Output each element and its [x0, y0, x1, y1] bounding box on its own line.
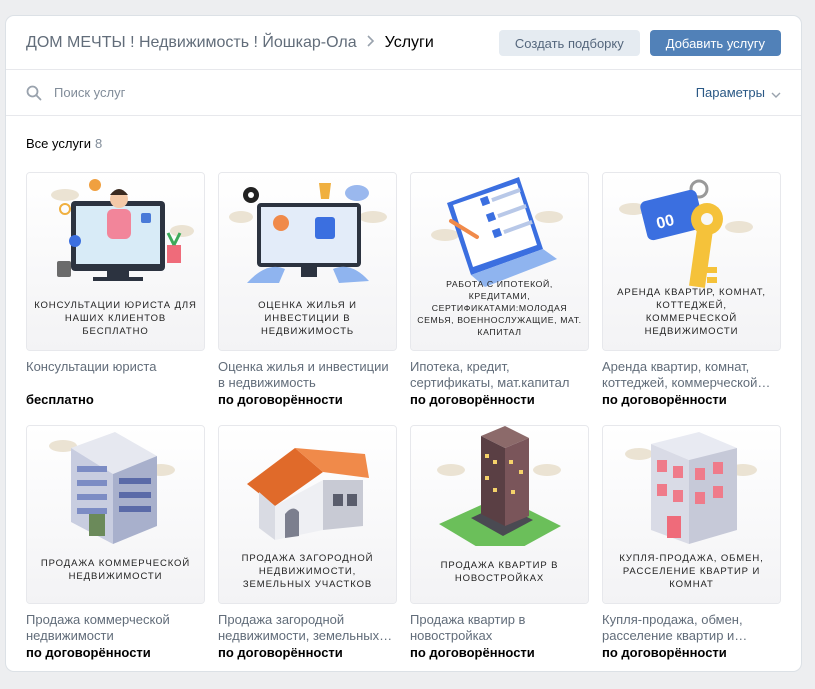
breadcrumb-current: Услуги: [384, 33, 434, 51]
services-count: 8: [94, 136, 103, 151]
service-price: по договорённости: [26, 645, 151, 660]
service-card[interactable]: КУПЛЯ-ПРОДАЖА, ОБМЕН, РАССЕЛЕНИЕ КВАРТИР…: [602, 425, 781, 660]
add-service-button[interactable]: Добавить услугу: [649, 30, 781, 56]
service-card[interactable]: ПРОДАЖА КОММЕРЧЕСКОЙ НЕДВИЖИМОСТИ Продаж…: [26, 425, 205, 660]
service-card[interactable]: ПРОДАЖА ЗАГОРОДНОЙ НЕДВИЖИМОСТИ, ЗЕМЕЛЬН…: [218, 425, 397, 660]
service-thumbnail[interactable]: 00 АРЕНДА КВАРТИР, КОМНАТ, КОТТЕДЖЕЙ, КО…: [602, 172, 781, 351]
service-price: по договорённости: [602, 645, 727, 660]
service-caption: ПРОДАЖА КОММЕРЧЕСКОЙ НЕДВИЖИМОСТИ: [40, 558, 191, 582]
key-icon: 00: [619, 179, 753, 288]
page-header: ДОМ МЕЧТЫ ! Недвижимость ! Йошкар-Ола Ус…: [6, 16, 801, 70]
house-icon: [247, 448, 369, 540]
service-caption: ОЦЕНКА ЖИЛЬЯ И ИНВЕСТИЦИИ В НЕДВИЖИМОСТЬ: [258, 300, 357, 337]
service-card[interactable]: ПРОДАЖА КВАРТИР В НОВОСТРОЙКАХ Продажа к…: [410, 425, 589, 660]
services-grid: КОНСУЛЬТАЦИИ ЮРИСТА ДЛЯ НАШИХ КЛИЕНТОВ Б…: [26, 172, 781, 660]
service-price: бесплатно: [26, 392, 94, 407]
service-caption: ПРОДАЖА ЗАГОРОДНОЙ НЕДВИЖИМОСТИ, ЗЕМЕЛЬН…: [241, 553, 374, 590]
service-title[interactable]: Продажа квартир в новостройках: [410, 612, 589, 644]
service-thumbnail[interactable]: КУПЛЯ-ПРОДАЖА, ОБМЕН, РАССЕЛЕНИЕ КВАРТИР…: [602, 425, 781, 604]
section-heading: Все услуги 8: [6, 116, 801, 151]
service-title[interactable]: Купля-продажа, обмен, расселение квартир…: [602, 612, 781, 644]
service-card[interactable]: 00 АРЕНДА КВАРТИР, КОМНАТ, КОТТЕДЖЕЙ, КО…: [602, 172, 781, 407]
highrise-icon: [437, 426, 561, 546]
search-icon: [26, 85, 42, 101]
service-thumbnail[interactable]: ПРОДАЖА ЗАГОРОДНОЙ НЕДВИЖИМОСТИ, ЗЕМЕЛЬН…: [218, 425, 397, 604]
service-card[interactable]: КОНСУЛЬТАЦИИ ЮРИСТА ДЛЯ НАШИХ КЛИЕНТОВ Б…: [26, 172, 205, 407]
service-price: по договорённости: [410, 392, 535, 407]
service-card[interactable]: ОЦЕНКА ЖИЛЬЯ И ИНВЕСТИЦИИ В НЕДВИЖИМОСТЬ…: [218, 172, 397, 407]
service-thumbnail[interactable]: ПРОДАЖА КОММЕРЧЕСКОЙ НЕДВИЖИМОСТИ: [26, 425, 205, 604]
service-price: по договорённости: [410, 645, 535, 660]
service-caption: АРЕНДА КВАРТИР, КОМНАТ, КОТТЕДЖЕЙ, КОММЕ…: [617, 287, 766, 337]
service-price: по договорённости: [218, 645, 343, 660]
chevron-down-icon: [771, 88, 781, 98]
params-label: Параметры: [695, 85, 765, 100]
property-valuation-icon: [229, 183, 387, 283]
service-price: по договорённости: [218, 392, 343, 407]
service-caption: ПРОДАЖА КВАРТИР В НОВОСТРОЙКАХ: [440, 560, 559, 584]
mortgage-checklist-icon: [431, 177, 563, 287]
lawyer-consultation-icon: [51, 179, 194, 281]
service-thumbnail[interactable]: КОНСУЛЬТАЦИИ ЮРИСТА ДЛЯ НАШИХ КЛИЕНТОВ Б…: [26, 172, 205, 351]
service-title[interactable]: Продажа коммерческой недвижимости: [26, 612, 205, 644]
service-price: по договорённости: [602, 392, 727, 407]
apartment-building-icon: [625, 432, 757, 544]
service-thumbnail[interactable]: РАБОТА С ИПОТЕКОЙ, КРЕДИТАМИ, СЕРТИФИКАТ…: [410, 172, 589, 351]
search-input[interactable]: [54, 85, 696, 100]
params-dropdown[interactable]: Параметры: [696, 85, 781, 100]
service-caption: КУПЛЯ-ПРОДАЖА, ОБМЕН, РАССЕЛЕНИЕ КВАРТИР…: [619, 553, 764, 590]
service-caption: КОНСУЛЬТАЦИИ ЮРИСТА ДЛЯ НАШИХ КЛИЕНТОВ Б…: [34, 300, 197, 337]
service-caption: РАБОТА С ИПОТЕКОЙ, КРЕДИТАМИ, СЕРТИФИКАТ…: [417, 279, 582, 337]
commercial-building-icon: [49, 432, 175, 544]
create-selection-button[interactable]: Создать подборку: [498, 30, 640, 56]
service-title[interactable]: Ипотека, кредит, сертификаты, мат.капита…: [410, 359, 589, 391]
service-thumbnail[interactable]: ОЦЕНКА ЖИЛЬЯ И ИНВЕСТИЦИИ В НЕДВИЖИМОСТЬ: [218, 172, 397, 351]
service-title[interactable]: Аренда квартир, комнат, коттеджей, комме…: [602, 359, 781, 391]
breadcrumb-group-link[interactable]: ДОМ МЕЧТЫ ! Недвижимость ! Йошкар-Ола: [26, 34, 357, 52]
service-title[interactable]: Консультации юриста: [26, 359, 205, 391]
chevron-right-icon: [367, 34, 375, 52]
service-card[interactable]: РАБОТА С ИПОТЕКОЙ, КРЕДИТАМИ, СЕРТИФИКАТ…: [410, 172, 589, 407]
search-bar: Параметры: [6, 70, 801, 116]
service-title[interactable]: Продажа загородной недвижимости, земельн…: [218, 612, 397, 644]
service-thumbnail[interactable]: ПРОДАЖА КВАРТИР В НОВОСТРОЙКАХ: [410, 425, 589, 604]
service-title[interactable]: Оценка жилья и инвестиции в недвижимость: [218, 359, 397, 391]
breadcrumb: ДОМ МЕЧТЫ ! Недвижимость ! Йошкар-Ола Ус…: [26, 34, 434, 52]
section-title: Все услуги: [26, 136, 91, 151]
